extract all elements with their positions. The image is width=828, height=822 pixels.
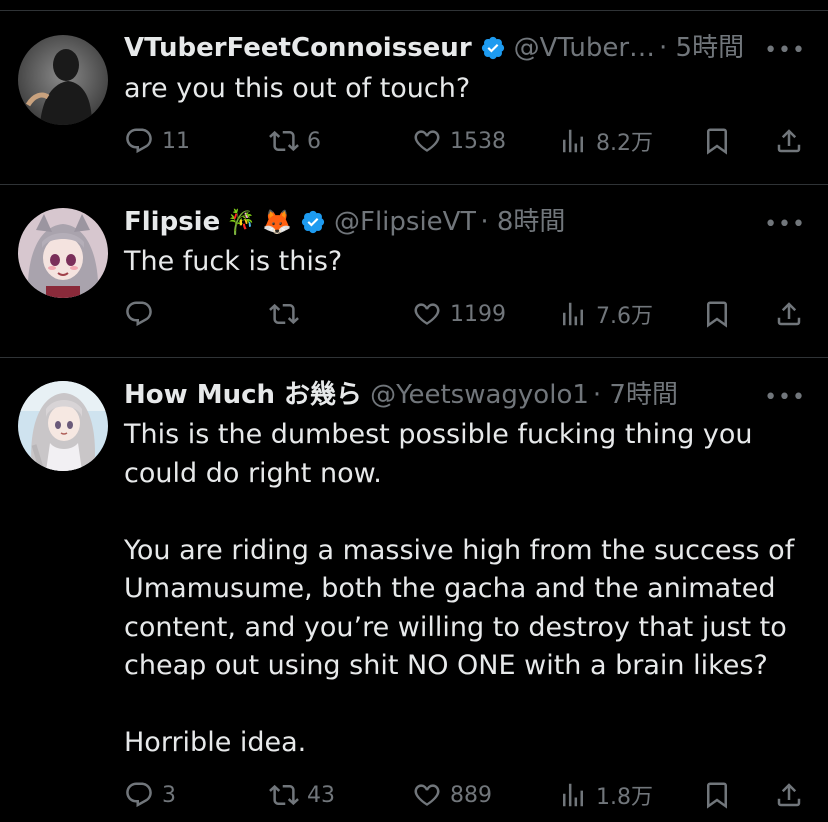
reply-button[interactable]: [124, 294, 162, 334]
display-name[interactable]: Flipsie: [124, 205, 220, 239]
share-icon: [777, 129, 801, 153]
bookmark-icon: [707, 301, 727, 328]
views-chart-icon: [563, 129, 583, 153]
view-count: 1.8万: [596, 785, 653, 810]
avatar-image: [18, 381, 108, 471]
views-button[interactable]: 8.2万: [558, 121, 653, 161]
reply-count: 11: [162, 128, 190, 154]
heart-icon: [414, 303, 440, 325]
bookmark-button[interactable]: [702, 294, 732, 334]
tweet-header: Flipsie 🎋 🦊 @FlipsieVT · 8時間: [124, 205, 808, 239]
verified-badge-icon: [481, 36, 504, 60]
timestamp[interactable]: · 7時間: [593, 378, 678, 412]
like-button[interactable]: 889: [412, 775, 492, 815]
avatar[interactable]: [18, 381, 108, 471]
handle[interactable]: @VTuber…: [514, 31, 655, 65]
bookmark-button[interactable]: [702, 775, 732, 815]
verified-badge-icon: [301, 210, 325, 234]
retweet-icon: [269, 130, 299, 152]
tweet-actions: 11 6 1538 8.2万: [124, 121, 814, 161]
heart-icon: [414, 784, 440, 806]
timestamp[interactable]: · 8時間: [480, 205, 565, 239]
view-count: 7.6万: [596, 304, 653, 329]
tweet-actions: 1199 7.6万: [124, 294, 814, 334]
views-button[interactable]: 1.8万: [558, 775, 653, 815]
avatar[interactable]: [18, 35, 108, 125]
more-options-icon[interactable]: •••: [764, 40, 806, 62]
share-icon: [777, 302, 801, 326]
avatar-image: [18, 35, 108, 125]
views-button[interactable]: 7.6万: [558, 294, 653, 334]
like-count: 1199: [450, 301, 506, 327]
share-button[interactable]: [774, 121, 804, 161]
tweet[interactable]: Flipsie 🎋 🦊 @FlipsieVT · 8時間 ••• The fuc…: [0, 185, 828, 358]
more-options-icon[interactable]: •••: [764, 387, 806, 409]
like-button[interactable]: 1199: [412, 294, 506, 334]
retweet-icon: [269, 784, 299, 806]
like-count: 1538: [450, 128, 506, 154]
tweet-text: This is the dumbest possible fucking thi…: [124, 419, 795, 758]
retweet-icon: [269, 303, 299, 325]
display-name[interactable]: VTuberFeetConnoisseur: [124, 31, 472, 65]
bookmark-icon: [707, 782, 727, 809]
retweet-button[interactable]: [269, 294, 307, 334]
retweet-button[interactable]: 6: [269, 121, 321, 161]
reply-count: 3: [162, 782, 176, 808]
reply-icon: [126, 782, 152, 808]
handle[interactable]: @Yeetswagyolo1: [370, 378, 589, 412]
timestamp[interactable]: · 5時間: [659, 31, 744, 65]
tweet[interactable]: VTuberFeetConnoisseur @VTuber… · 5時間 •••…: [0, 11, 828, 185]
reply-icon: [126, 128, 152, 154]
fox-emoji-icon: 🦊: [262, 208, 292, 236]
avatar[interactable]: [18, 208, 108, 298]
reply-icon: [126, 301, 152, 327]
view-count: 8.2万: [596, 131, 653, 156]
tweet-header: How Much お幾ら @Yeetswagyolo1 · 7時間: [124, 378, 808, 412]
bookmark-icon: [707, 128, 727, 155]
like-count: 889: [450, 782, 492, 808]
tweet-actions: 3 43 889 1.8万: [124, 775, 814, 815]
more-options-icon[interactable]: •••: [764, 214, 806, 236]
tweet-text: are you this out of touch?: [124, 73, 471, 104]
share-button[interactable]: [774, 775, 804, 815]
retweet-count: 43: [307, 782, 335, 808]
views-chart-icon: [563, 302, 583, 326]
timeline: VTuberFeetConnoisseur @VTuber… · 5時間 •••…: [0, 0, 828, 822]
like-button[interactable]: 1538: [412, 121, 506, 161]
display-name[interactable]: How Much お幾ら: [124, 378, 362, 412]
views-chart-icon: [563, 783, 583, 807]
tweet[interactable]: How Much お幾ら @Yeetswagyolo1 · 7時間 ••• Th…: [0, 358, 828, 822]
heart-icon: [414, 130, 440, 152]
tweet-header: VTuberFeetConnoisseur @VTuber… · 5時間: [124, 31, 808, 65]
bookmark-button[interactable]: [702, 121, 732, 161]
avatar-image: [18, 208, 108, 298]
reply-button[interactable]: 3: [124, 775, 176, 815]
share-icon: [777, 783, 801, 807]
bamboo-emoji-icon: 🎋: [226, 208, 257, 236]
share-button[interactable]: [774, 294, 804, 334]
handle[interactable]: @FlipsieVT: [334, 205, 476, 239]
retweet-button[interactable]: 43: [269, 775, 335, 815]
tweet-text: The fuck is this?: [124, 246, 343, 277]
reply-button[interactable]: 11: [124, 121, 190, 161]
retweet-count: 6: [307, 128, 321, 154]
